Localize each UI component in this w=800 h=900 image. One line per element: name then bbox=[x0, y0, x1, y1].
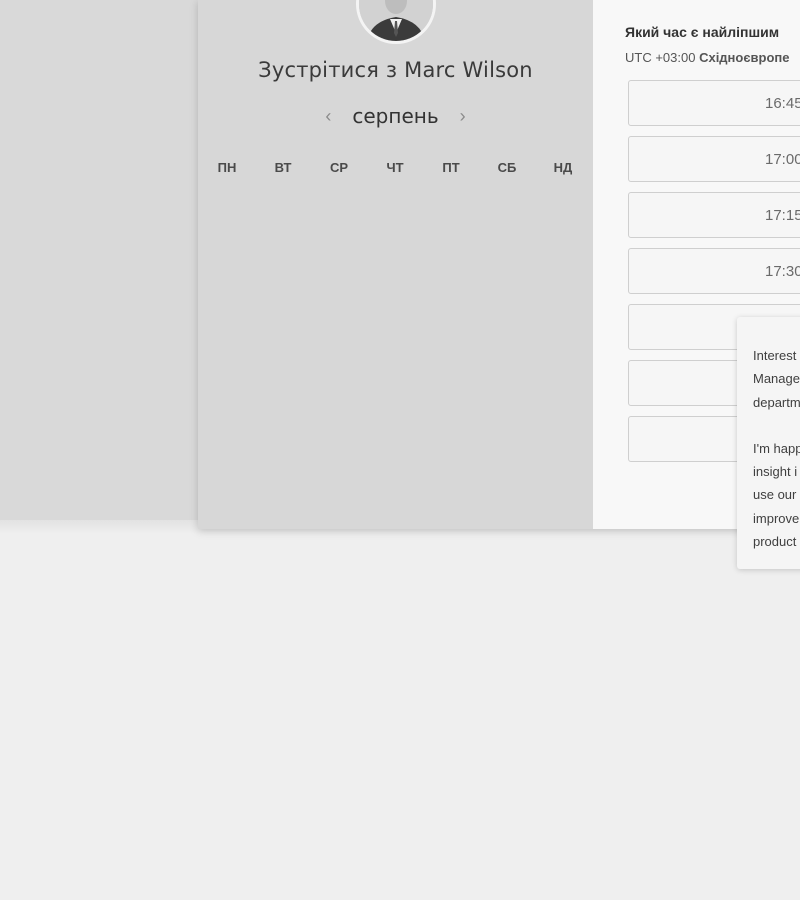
time-slot-label: 17:15 bbox=[765, 207, 800, 224]
overlay-backdrop bbox=[0, 0, 198, 520]
weekday-thu: ЧТ bbox=[386, 160, 404, 175]
month-navigation: ‹ серпень › bbox=[198, 102, 593, 130]
chevron-right-icon[interactable]: › bbox=[453, 106, 473, 127]
weekday-fri: ПТ bbox=[442, 160, 460, 175]
time-slot[interactable]: 17:00 bbox=[628, 136, 800, 182]
weekday-header: ПН ВТ СР ЧТ ПТ СБ НД bbox=[198, 160, 593, 180]
popup-line: I'm happ bbox=[753, 441, 800, 456]
weekday-mon: ПН bbox=[217, 160, 237, 175]
timezone-label[interactable]: UTC +03:00 Східноєвропе bbox=[625, 50, 790, 65]
weekday-sun: НД bbox=[553, 160, 573, 175]
host-avatar bbox=[356, 0, 436, 44]
chat-popup: Interest Manage departm I'm happ insight… bbox=[737, 317, 800, 569]
chevron-left-icon[interactable]: ‹ bbox=[318, 106, 338, 127]
meeting-title: Зустрітися з Marc Wilson bbox=[258, 58, 533, 82]
popup-line: insight i bbox=[753, 464, 798, 479]
timezone-offset: UTC +03:00 bbox=[625, 50, 696, 65]
time-slot[interactable]: 16:45 bbox=[628, 80, 800, 126]
time-slot-label: 16:45 bbox=[765, 95, 800, 112]
popup-line: improve bbox=[753, 511, 800, 526]
timezone-name: Східноєвропе bbox=[699, 50, 790, 65]
page: Зустрітися з Marc Wilson ‹ серпень › ПН … bbox=[0, 0, 800, 900]
time-picker-title: Який час є найліпшим bbox=[625, 24, 780, 40]
month-label: серпень bbox=[352, 104, 439, 128]
popup-line: Manage bbox=[753, 371, 800, 386]
time-slot[interactable]: 17:15 bbox=[628, 192, 800, 238]
time-slot-label: 17:00 bbox=[765, 151, 800, 168]
weekday-sat: СБ bbox=[497, 160, 517, 175]
weekday-wed: СР bbox=[329, 160, 349, 175]
popup-line: departm bbox=[753, 395, 800, 410]
popup-line: Interest bbox=[753, 348, 797, 363]
time-slot-label: 17:30 bbox=[765, 263, 800, 280]
weekday-tue: ВТ bbox=[274, 160, 292, 175]
popup-line: use our bbox=[753, 487, 797, 502]
time-slot[interactable]: 17:30 bbox=[628, 248, 800, 294]
popup-line: product bbox=[753, 534, 797, 549]
host-photo bbox=[359, 0, 433, 41]
calendar-panel: Зустрітися з Marc Wilson ‹ серпень › ПН … bbox=[198, 0, 593, 529]
booking-card: Зустрітися з Marc Wilson ‹ серпень › ПН … bbox=[198, 0, 800, 529]
